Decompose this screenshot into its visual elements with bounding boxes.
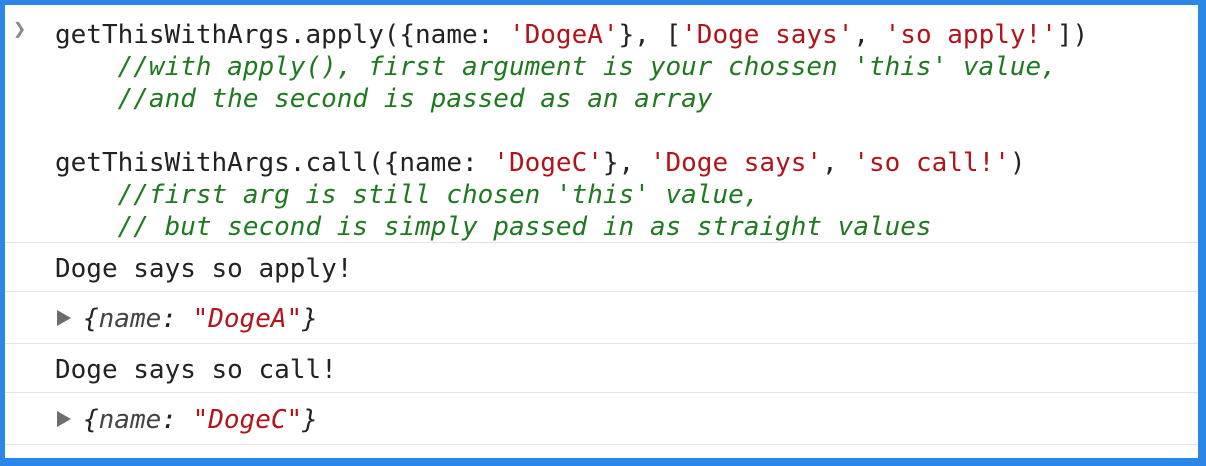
apply-end-text: ]) [1056,20,1089,50]
output-row-log-1: Doge says so apply! [5,243,1198,292]
object-colon: : [161,304,193,334]
console-input-entry[interactable]: ❯ getThisWithArgs.apply({name: 'DogeA'},… [5,5,1198,243]
object-colon: : [161,405,193,435]
apply-arg-name: 'DogeA' [508,20,619,50]
object-key: name [98,304,162,334]
call-fn-text: getThisWithArgs.call({name: [55,148,494,178]
call-sep-text: , [822,148,854,178]
object-open-brace: { [83,304,99,334]
apply-comment-2: //and the second is passed as an array [55,84,713,114]
log-output-1: Doge says so apply! [55,254,353,284]
object-key: name [98,405,162,435]
object-value: "DogeA" [192,304,303,334]
call-comment-2: // but second is simply passed in as str… [55,212,932,242]
apply-sep-text: , [853,20,885,50]
call-mid-text: }, [602,148,650,178]
apply-arg-3: 'so apply!' [884,20,1057,50]
console-panel: ❯ getThisWithArgs.apply({name: 'DogeA'},… [5,5,1198,458]
object-close-brace: } [302,405,318,435]
object-value: "DogeC" [192,405,303,435]
output-row-object-2[interactable]: {name: "DogeC"} [5,393,1198,445]
console-log: ❯ getThisWithArgs.apply({name: 'DogeA'},… [5,5,1198,445]
log-output-2: Doge says so call! [55,355,337,385]
apply-call-line: getThisWithArgs.apply({name: 'DogeA'}, [… [55,19,1088,51]
call-arg-3: 'so call!' [853,148,1010,178]
object-preview-2[interactable]: {name: "DogeC"} [83,405,318,435]
call-arg-2: 'Doge says' [649,148,823,178]
output-row-object-1[interactable]: {name: "DogeA"} [5,292,1198,344]
apply-fn-text: getThisWithArgs.apply({name: [55,20,509,50]
call-call-line: getThisWithArgs.call({name: 'DogeC'}, 'D… [55,147,1026,179]
apply-mid-text: }, [ [618,20,682,50]
expand-triangle-icon[interactable] [57,411,71,427]
apply-comment-1: //with apply(), first argument is your c… [55,52,1057,82]
object-preview-1[interactable]: {name: "DogeA"} [83,304,318,334]
call-end-text: ) [1009,148,1026,178]
chevron-right-icon: ❯ [13,17,27,42]
call-comment-1: //first arg is still chosen 'this' value… [55,180,760,210]
call-arg-name: 'DogeC' [493,148,603,178]
output-row-log-2: Doge says so call! [5,344,1198,393]
apply-arg-2: 'Doge says' [681,20,854,50]
object-close-brace: } [302,304,318,334]
object-open-brace: { [83,405,99,435]
expand-triangle-icon[interactable] [57,310,71,326]
